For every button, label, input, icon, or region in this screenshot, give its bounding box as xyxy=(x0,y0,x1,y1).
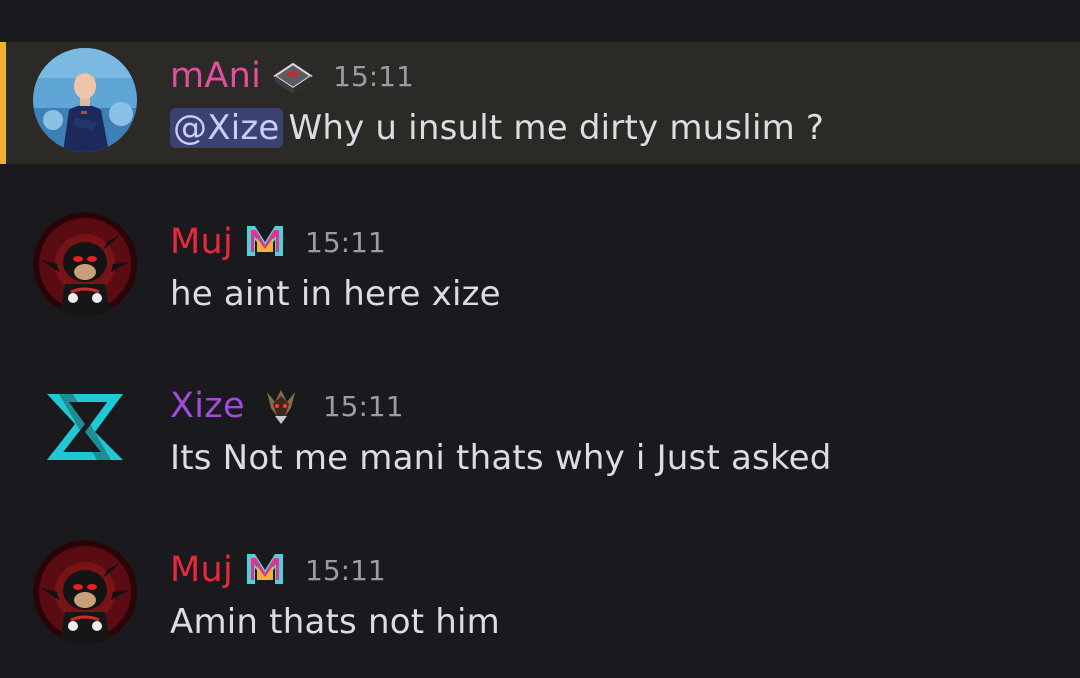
message-content: Amin thats not him xyxy=(170,602,500,642)
footballer-avatar-icon xyxy=(33,48,137,152)
m-letter-badge-icon[interactable] xyxy=(243,222,284,262)
timestamp: 15:11 xyxy=(305,225,386,259)
m-letter-badge-icon[interactable] xyxy=(243,550,284,590)
username[interactable]: Muj xyxy=(170,222,233,262)
message-content: Its Not me mani thats why i Just asked xyxy=(170,438,832,478)
message-item[interactable]: mAni 15:11 @Xize Why u insult me dirty mu… xyxy=(0,42,1080,164)
username[interactable]: mAni xyxy=(170,56,261,96)
chat-message-list: mAni 15:11 @Xize Why u insult me dirty mu… xyxy=(0,0,1080,678)
message-header: mAni 15:11 xyxy=(170,54,414,98)
avatar[interactable] xyxy=(33,540,137,644)
message-header: Muj 15:11 xyxy=(170,220,386,264)
username[interactable]: Xize xyxy=(170,386,245,426)
message-text: he aint in here xize xyxy=(170,274,501,314)
message-header: Xize 15:11 xyxy=(170,384,404,428)
timestamp: 15:11 xyxy=(322,389,404,423)
message-text: Its Not me mani thats why i Just asked xyxy=(170,438,832,478)
mention-highlight-bar xyxy=(0,42,6,164)
username[interactable]: Muj xyxy=(170,550,233,590)
message-content: he aint in here xize xyxy=(170,274,501,314)
message-text: Amin thats not him xyxy=(170,602,500,642)
timestamp: 15:11 xyxy=(305,553,386,587)
message-item[interactable]: Xize 15:11 Its Not me mani thats why i J… xyxy=(0,360,1080,492)
user-mention-pill[interactable]: @Xize xyxy=(170,108,283,148)
message-header: Muj 15:11 xyxy=(170,548,386,592)
avatar[interactable] xyxy=(33,376,137,480)
message-content: @Xize Why u insult me dirty muslim ? xyxy=(170,108,824,148)
dark-gem-badge-icon[interactable] xyxy=(271,56,313,96)
demon-badge-icon[interactable] xyxy=(261,386,301,426)
avatar[interactable] xyxy=(33,212,137,316)
avatar[interactable] xyxy=(33,48,137,152)
shadow-hedgehog-avatar-icon xyxy=(33,212,137,316)
timestamp: 15:11 xyxy=(333,59,414,93)
x-logo-avatar-icon xyxy=(33,376,137,480)
message-text: Why u insult me dirty muslim ? xyxy=(288,108,825,148)
shadow-hedgehog-avatar-icon xyxy=(33,540,137,644)
message-item[interactable]: Muj 15:11 Amin thats not him xyxy=(0,524,1080,656)
message-item[interactable]: Muj 15:11 he aint in here xize xyxy=(0,196,1080,328)
